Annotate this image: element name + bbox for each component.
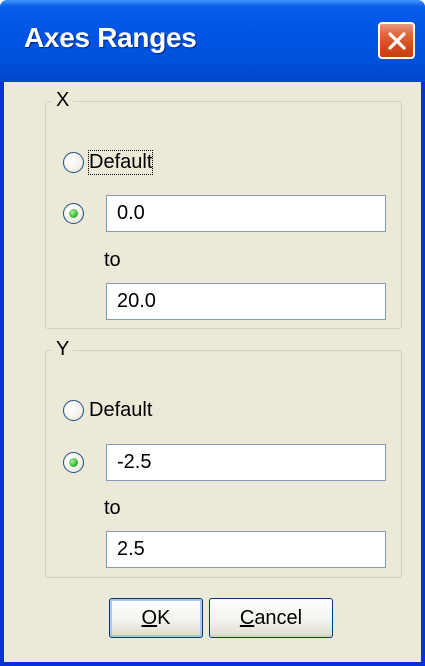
y-from-input[interactable] — [106, 444, 386, 481]
ok-label-rest: K — [157, 606, 171, 629]
dialog-body: X Default to Y Default — [4, 82, 421, 662]
x-group-legend: X — [52, 89, 74, 112]
cancel-label-rest: ancel — [254, 606, 303, 629]
y-custom-radio[interactable] — [63, 452, 84, 473]
x-default-label[interactable]: Default — [87, 150, 154, 175]
close-button[interactable] — [378, 22, 415, 59]
y-default-radio-row[interactable]: Default — [63, 399, 152, 422]
y-to-input[interactable] — [106, 531, 386, 568]
ok-button[interactable]: OK — [109, 598, 203, 638]
cancel-mnemonic: C — [239, 606, 255, 629]
y-axis-group: Y Default to — [45, 338, 402, 578]
dialog-window: Axes Ranges X Default to Y — [0, 0, 425, 666]
x-custom-radio[interactable] — [63, 203, 84, 224]
x-default-radio[interactable] — [63, 152, 84, 173]
y-custom-radio-row[interactable] — [63, 452, 84, 473]
y-to-label: to — [104, 497, 121, 519]
x-default-radio-row[interactable]: Default — [63, 150, 154, 175]
radio-selected-dot — [69, 458, 78, 467]
cancel-button[interactable]: Cancel — [209, 598, 333, 638]
y-default-label[interactable]: Default — [89, 399, 152, 422]
title-bar[interactable]: Axes Ranges — [0, 0, 425, 82]
y-default-radio[interactable] — [63, 400, 84, 421]
x-axis-group: X Default to — [45, 89, 402, 329]
dialog-title: Axes Ranges — [24, 22, 197, 53]
x-from-input[interactable] — [106, 195, 386, 232]
y-group-legend: Y — [52, 338, 74, 361]
x-custom-radio-row[interactable] — [63, 203, 84, 224]
x-to-input[interactable] — [106, 283, 386, 320]
x-to-label: to — [104, 249, 121, 271]
close-icon — [387, 31, 406, 50]
ok-mnemonic: O — [141, 606, 158, 629]
radio-selected-dot — [69, 209, 78, 218]
